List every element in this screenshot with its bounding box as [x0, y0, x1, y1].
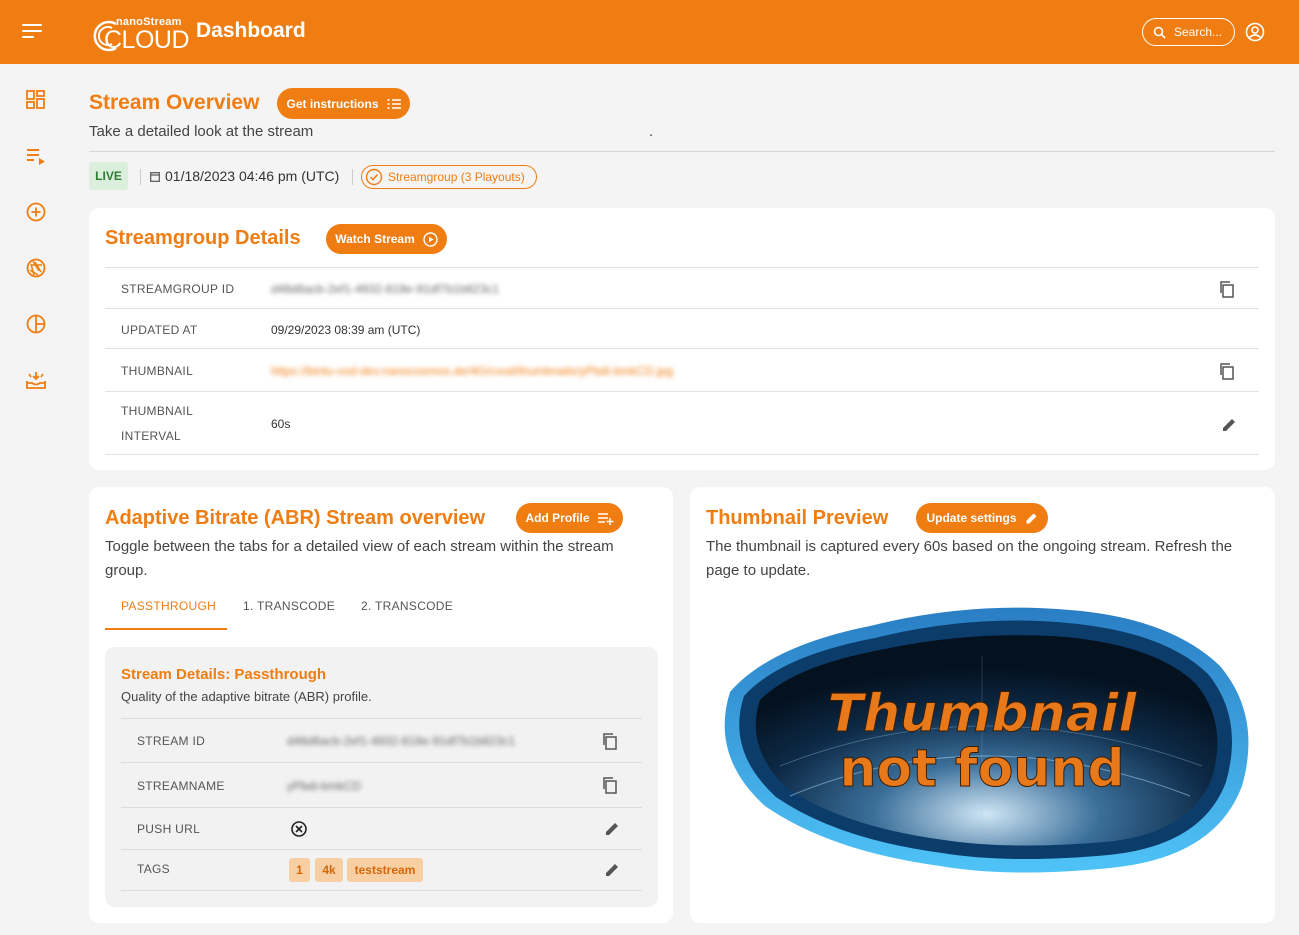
- menu-icon[interactable]: [22, 24, 42, 40]
- table-row: THUMBNAIL INTERVAL 60s: [105, 392, 1259, 455]
- tag-chip[interactable]: teststream: [347, 858, 423, 882]
- active-tab-indicator: [105, 628, 227, 630]
- add-profile-label: Add Profile: [525, 511, 590, 525]
- watch-stream-button[interactable]: Watch Stream: [326, 224, 447, 254]
- stream-details-title: Stream Details: Passthrough: [121, 666, 327, 683]
- thumbnail-url-link[interactable]: https://bintu-vod-dev.nanocosmos.de/4G/c…: [271, 364, 673, 378]
- table-row: STREAM ID d48d6acb-2ef1-4932-818e-91df7b…: [121, 719, 642, 763]
- pie-chart-icon[interactable]: [25, 313, 47, 335]
- thumbnail-text-line2: not found: [839, 739, 1124, 799]
- tag-chip[interactable]: 4k: [315, 858, 343, 882]
- row-key: UPDATED AT: [121, 323, 198, 337]
- search-icon: [1153, 26, 1166, 39]
- header-divider: [89, 151, 1275, 152]
- app-title: Dashboard: [196, 19, 306, 42]
- row-key-line2: INTERVAL: [121, 429, 181, 443]
- page-title: Stream Overview: [89, 91, 260, 114]
- edit-pencil-icon[interactable]: [603, 861, 621, 879]
- table-row: PUSH URL: [121, 808, 642, 850]
- edit-pencil-icon[interactable]: [1220, 416, 1238, 434]
- thumbnail-text-line1: Thumbnail: [828, 684, 1138, 744]
- cancel-circle-icon: [291, 821, 307, 837]
- copy-icon[interactable]: [601, 776, 619, 794]
- thumbnail-not-found-image: Thumbnail not found: [724, 607, 1249, 873]
- thumbnail-interval-value: 60s: [271, 417, 291, 431]
- dashboard-icon[interactable]: [25, 89, 47, 111]
- list-numbered-icon: [387, 98, 401, 109]
- account-icon[interactable]: [1245, 22, 1265, 42]
- search-label: Search...: [1174, 25, 1223, 39]
- add-profile-button[interactable]: Add Profile: [516, 503, 623, 533]
- update-settings-button[interactable]: Update settings: [916, 503, 1048, 533]
- streamgroup-id-value: d48d6acb-2ef1-4932-818e-91df7b1b823c1: [271, 282, 500, 296]
- get-instructions-label: Get instructions: [286, 96, 379, 111]
- inbox-download-icon[interactable]: [25, 369, 47, 391]
- play-circle-icon: [423, 231, 438, 247]
- thumbnail-description: The thumbnail is captured every 60s base…: [706, 538, 1233, 579]
- playlist-play-icon[interactable]: [25, 145, 47, 167]
- stream-details-subtitle: Quality of the adaptive bitrate (ABR) pr…: [121, 689, 372, 704]
- row-key: PUSH URL: [137, 822, 201, 836]
- row-key-line1: THUMBNAIL: [121, 404, 194, 418]
- copy-icon[interactable]: [1218, 362, 1236, 380]
- row-key: STREAM ID: [137, 734, 206, 748]
- playlist-add-icon: [597, 512, 613, 525]
- row-key: THUMBNAIL: [121, 364, 194, 378]
- updated-at-value: 09/29/2023 08:39 am (UTC): [271, 323, 421, 337]
- search-button[interactable]: Search...: [1142, 18, 1235, 46]
- table-row: THUMBNAIL https://bintu-vod-dev.nanocosm…: [105, 349, 1259, 392]
- streamname-value: yPbdi-bmkCD: [287, 779, 362, 793]
- copy-icon[interactable]: [601, 732, 619, 750]
- watch-stream-label: Watch Stream: [335, 232, 415, 246]
- abr-description: Toggle between the tabs for a detailed v…: [105, 538, 614, 579]
- page-subtitle: Take a detailed look at the stream: [89, 123, 314, 140]
- page-subtitle-end: .: [649, 123, 654, 140]
- row-key: STREAMNAME: [137, 779, 225, 793]
- edit-pencil-icon: [1025, 512, 1037, 524]
- created-date: 01/18/2023 04:46 pm (UTC): [150, 168, 339, 184]
- stream-id-value: d48d6acb-2ef1-4932-818e-91df7b1b823c1: [287, 734, 516, 748]
- streamgroup-chip-label: Streamgroup (3 Playouts): [388, 170, 525, 184]
- copy-icon[interactable]: [1218, 280, 1236, 298]
- tab-transcode-2[interactable]: 2. TRANSCODE: [361, 599, 453, 613]
- separator: [352, 169, 353, 185]
- live-badge: LIVE: [89, 162, 128, 190]
- table-row: STREAMGROUP ID d48d6acb-2ef1-4932-818e-9…: [105, 268, 1259, 309]
- top-bar: nanoStream CLOUD Dashboard Search...: [0, 0, 1299, 64]
- add-circle-icon[interactable]: [25, 201, 47, 223]
- check-circle-icon: [365, 168, 383, 186]
- tag-chip[interactable]: 1: [289, 858, 310, 882]
- abr-overview-title: Adaptive Bitrate (ABR) Stream overview: [105, 507, 486, 529]
- logo-big-text: CLOUD: [104, 26, 190, 54]
- streamgroup-details-title: Streamgroup Details: [105, 227, 301, 249]
- edit-pencil-icon[interactable]: [603, 820, 621, 838]
- update-settings-label: Update settings: [926, 511, 1017, 525]
- thumbnail-preview-title: Thumbnail Preview: [706, 507, 889, 529]
- calendar-icon: [150, 171, 160, 182]
- table-row: STREAMNAME yPbdi-bmkCD: [121, 763, 642, 808]
- created-date-text: 01/18/2023 04:46 pm (UTC): [165, 168, 340, 184]
- row-key: TAGS: [137, 862, 170, 876]
- streamgroup-chip[interactable]: Streamgroup (3 Playouts): [361, 165, 537, 189]
- separator: [140, 169, 141, 185]
- get-instructions-button[interactable]: Get instructions: [277, 88, 410, 119]
- row-key: STREAMGROUP ID: [121, 282, 235, 296]
- tab-transcode-1[interactable]: 1. TRANSCODE: [243, 599, 335, 613]
- tab-passthrough[interactable]: PASSTHROUGH: [121, 599, 216, 613]
- table-row: UPDATED AT 09/29/2023 08:39 am (UTC): [105, 309, 1259, 349]
- shutter-icon[interactable]: [25, 257, 47, 279]
